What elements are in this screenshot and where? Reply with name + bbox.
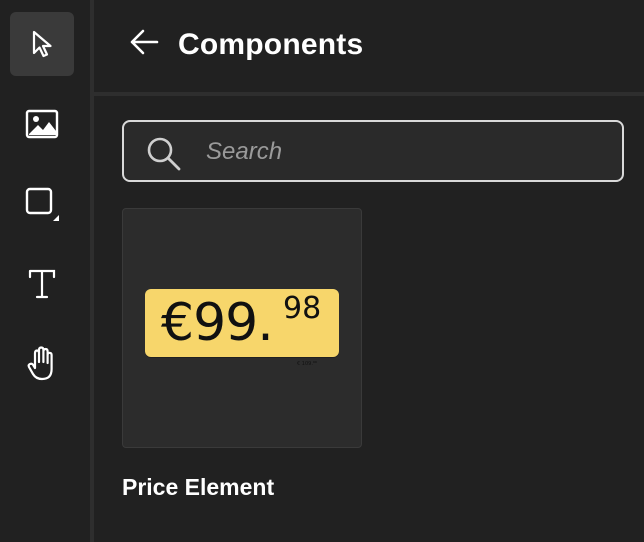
search-box[interactable]: [122, 120, 624, 182]
cursor-arrow-icon: [29, 29, 55, 59]
search-icon: [146, 136, 182, 172]
tool-select[interactable]: [10, 12, 74, 76]
tool-text[interactable]: [10, 252, 74, 316]
panel-header: Components: [94, 0, 644, 92]
tool-image[interactable]: [10, 92, 74, 156]
square-shape-icon: [23, 185, 61, 223]
price-element-preview: €99. 98: [145, 289, 339, 357]
tool-hand[interactable]: [10, 332, 74, 396]
component-label: Price Element: [122, 474, 275, 500]
header-divider: [94, 92, 644, 96]
component-card-price-element[interactable]: €99. 98 € 109.⁹⁹: [122, 208, 362, 448]
price-small-text: € 109.⁹⁹: [297, 361, 317, 367]
image-icon: [25, 109, 59, 139]
text-icon: [27, 268, 57, 300]
components-panel: Components €99. 98 € 109.⁹⁹ Price Elemen…: [94, 0, 644, 542]
panel-title: Components: [178, 28, 364, 61]
app-window: Components €99. 98 € 109.⁹⁹ Price Elemen…: [0, 0, 644, 542]
tool-shape[interactable]: [10, 172, 74, 236]
arrow-left-icon: [128, 28, 160, 61]
price-cents-text: 98: [283, 291, 322, 326]
tool-rail: [0, 0, 90, 542]
back-button[interactable]: [124, 26, 164, 62]
search-input[interactable]: [204, 132, 608, 172]
price-main-text: €99.: [161, 293, 274, 353]
hand-icon: [26, 346, 58, 382]
